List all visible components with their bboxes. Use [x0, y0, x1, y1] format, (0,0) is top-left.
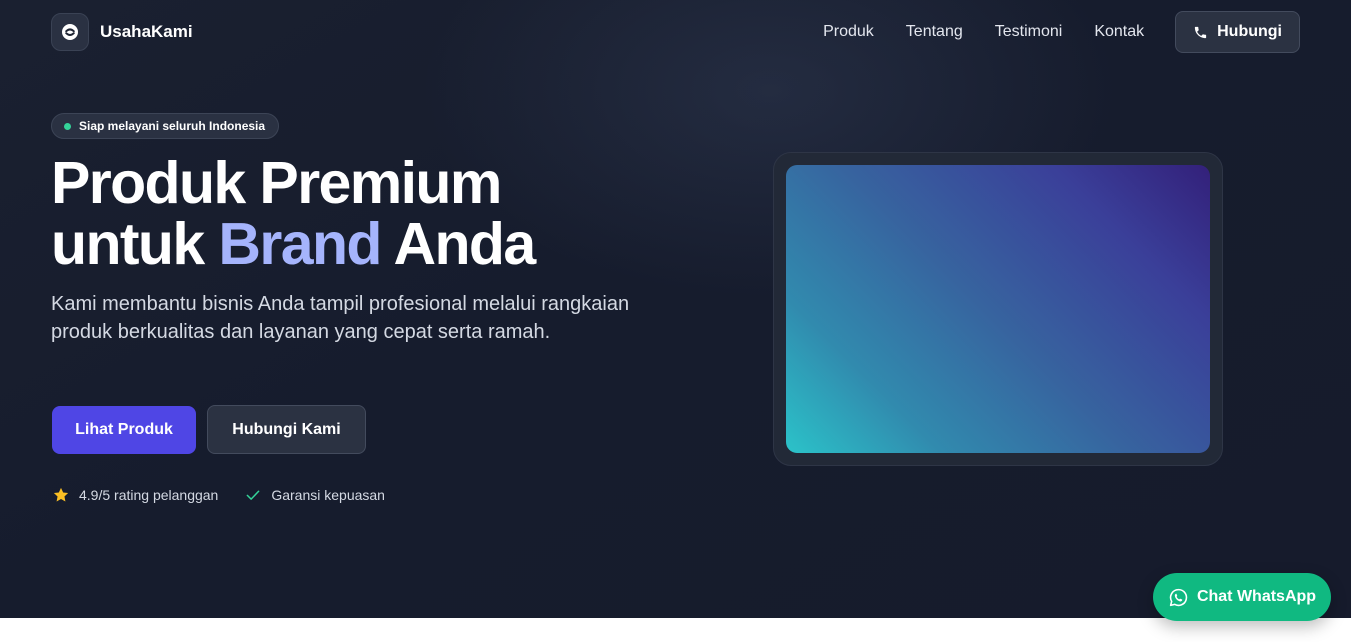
rating-text: 4.9/5 rating pelanggan	[79, 487, 219, 503]
star-icon	[53, 487, 69, 502]
hero-media-image	[786, 165, 1210, 453]
brand-name: UsahaKami	[100, 22, 193, 41]
headline-line-1: Produk Premium	[51, 150, 502, 216]
hero-section: UsahaKami Produk Tentang Testimoni Konta…	[0, 0, 1351, 618]
view-products-button[interactable]: Lihat Produk	[52, 406, 196, 454]
nav-link-tentang[interactable]: Tentang	[906, 23, 963, 41]
contact-us-button[interactable]: Hubungi Kami	[207, 405, 366, 454]
nav-contact-button[interactable]: Hubungi	[1175, 11, 1300, 53]
nav-link-kontak[interactable]: Kontak	[1094, 23, 1144, 41]
nav-contact-label: Hubungi	[1217, 23, 1282, 40]
nav-link-produk[interactable]: Produk	[823, 23, 874, 41]
status-badge-text: Siap melayani seluruh Indonesia	[79, 119, 266, 133]
check-icon	[246, 490, 260, 500]
rating-item: 4.9/5 rating pelanggan	[52, 486, 218, 504]
main-nav: Produk Tentang Testimoni Kontak Hubungi	[823, 11, 1300, 53]
headline-line-2-prefix: untuk	[51, 211, 219, 277]
phone-icon	[1195, 26, 1207, 38]
smile-icon	[51, 13, 89, 51]
headline-accent: Brand	[218, 211, 382, 277]
hero-headline: Produk Premium untuk Brand Anda	[51, 150, 536, 277]
next-section-edge	[0, 618, 1351, 642]
whatsapp-chat-button[interactable]: Chat WhatsApp	[1153, 573, 1331, 621]
headline-line-2-suffix: Anda	[380, 211, 536, 277]
brand-logo[interactable]: UsahaKami	[51, 13, 193, 51]
whatsapp-label: Chat WhatsApp	[1196, 588, 1317, 605]
hero-subtext: Kami membantu bisnis Anda tampil profesi…	[51, 293, 630, 343]
status-badge: Siap melayani seluruh Indonesia	[51, 113, 280, 139]
nav-link-testimoni[interactable]: Testimoni	[995, 23, 1063, 41]
whatsapp-icon	[1169, 588, 1188, 606]
guarantee-item: Garansi kepuasan	[244, 486, 385, 504]
guarantee-text: Garansi kepuasan	[271, 487, 385, 503]
trust-row: 4.9/5 rating pelanggan Garansi kepuasan	[52, 486, 385, 504]
status-dot-icon	[64, 122, 71, 130]
